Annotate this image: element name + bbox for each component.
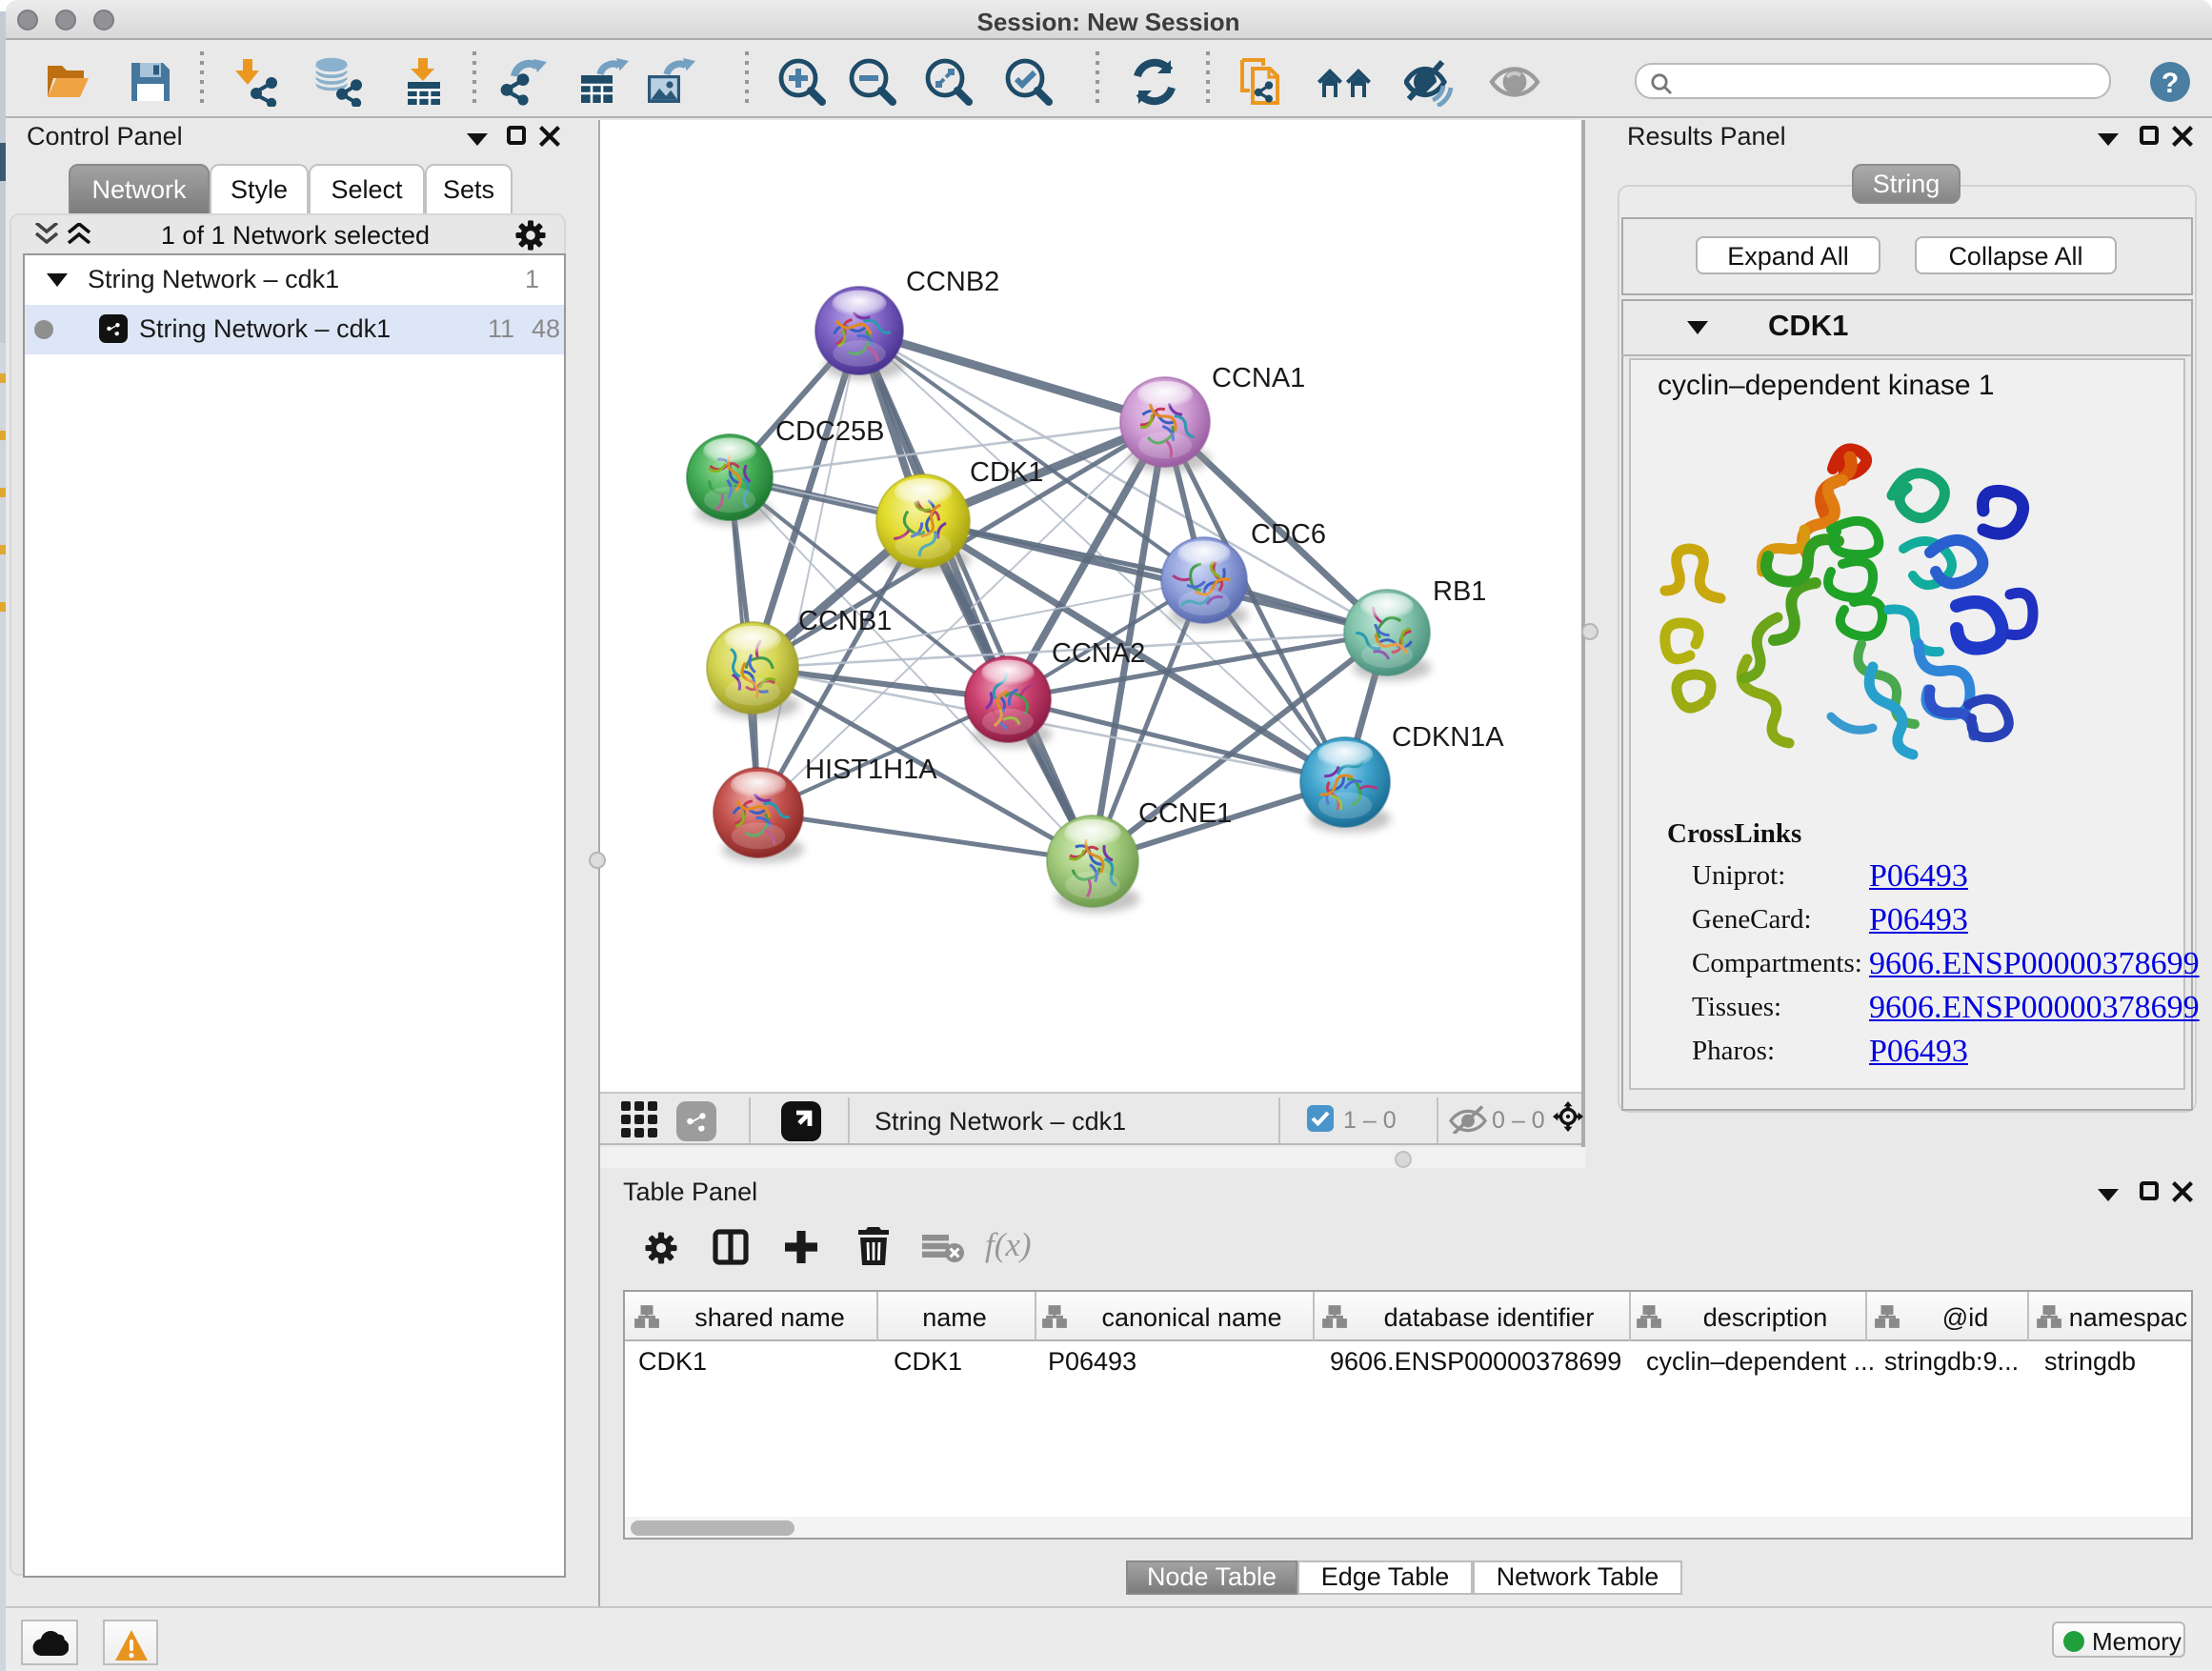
svg-text:RB1: RB1 (1433, 576, 1486, 607)
svg-text:?: ? (2162, 68, 2179, 99)
svg-text:CDKN1A: CDKN1A (1392, 722, 1504, 753)
svg-text:CCNA2: CCNA2 (1052, 638, 1145, 669)
svg-text:CDK1: CDK1 (970, 457, 1043, 488)
svg-text:CCNE1: CCNE1 (1138, 798, 1232, 829)
svg-text:CCNB1: CCNB1 (798, 606, 892, 636)
svg-text:CDC6: CDC6 (1251, 519, 1326, 550)
svg-text:HIST1H1A: HIST1H1A (805, 755, 937, 785)
svg-text:CCNB2: CCNB2 (906, 267, 999, 297)
svg-text:CCNA1: CCNA1 (1212, 363, 1305, 393)
svg-text:CDC25B: CDC25B (775, 416, 884, 447)
